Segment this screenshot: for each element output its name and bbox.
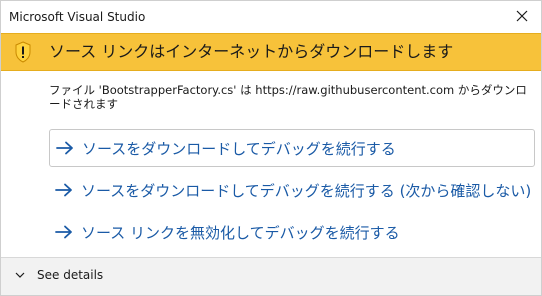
title-bar: Microsoft Visual Studio [1,1,541,33]
window-title: Microsoft Visual Studio [9,10,146,24]
dialog-footer: See details [1,257,541,295]
download-message: ファイル 'BootstrapperFactory.cs' は https://… [49,83,527,111]
see-details-toggle[interactable]: See details [13,268,103,282]
close-icon [516,10,528,22]
close-button[interactable] [507,2,537,30]
banner-headline: ソース リンクはインターネットからダウンロードします [49,42,454,61]
warning-icon [15,41,31,63]
option-label: ソースをダウンロードしてデバッグを続行する [82,139,396,158]
option-label: ソースをダウンロードしてデバッグを続行する (次から確認しない) [81,181,532,200]
option-label: ソース リンクを無効化してデバッグを続行する [81,223,400,242]
disable-source-link-button[interactable]: ソース リンクを無効化してデバッグを続行する [49,213,535,251]
download-and-continue-button[interactable]: ソースをダウンロードしてデバッグを続行する [49,129,535,167]
arrow-right-icon [55,225,77,239]
chevron-down-icon [13,268,27,282]
source-link-dialog: Microsoft Visual Studio ソース リンクはインターネットか… [0,0,542,296]
arrow-right-icon [55,183,77,197]
warning-banner: ソース リンクはインターネットからダウンロードします [1,33,541,71]
see-details-label: See details [37,268,104,282]
download-and-continue-dont-ask-button[interactable]: ソースをダウンロードしてデバッグを続行する (次から確認しない) [49,171,535,209]
arrow-right-icon [56,141,78,155]
